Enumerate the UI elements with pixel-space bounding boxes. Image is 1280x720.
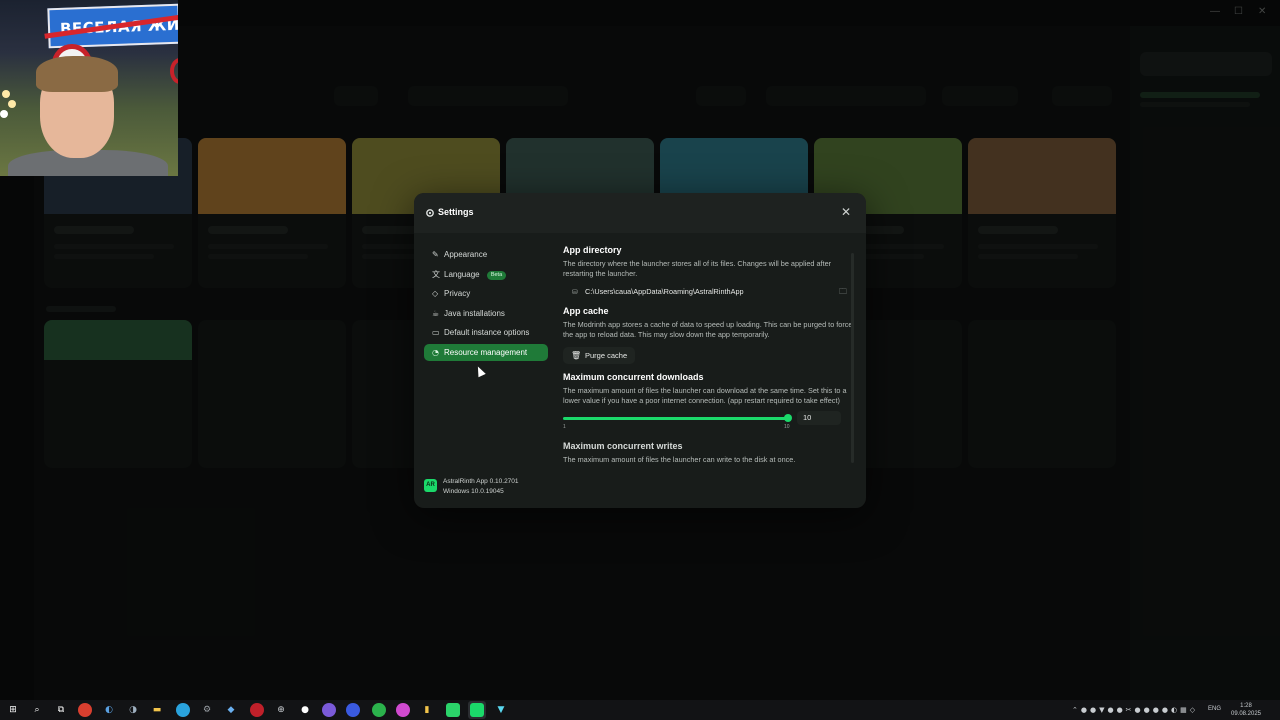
crosshair-icon[interactable]: ⊕ [274,703,288,717]
shield-icon: ◇ [432,289,439,298]
app-logo: AR [424,479,437,492]
steam-icon[interactable]: ◆ [224,703,238,717]
beta-badge: Beta [486,270,507,280]
nav-item-label: Java installations [444,308,505,318]
clock-time: 1:28 [1240,703,1252,709]
language-icon: 文 [432,269,440,279]
nav-item-resource-management[interactable]: ◔ Resource management [424,343,548,361]
taskbar: ⊞ ⌕ ⧉ ◐ ◑ ▬ ⚙ ◆ ⊕ ● ▮ ▼ ⌃●●▼●●✂●●●●◐▦◇ E… [0,700,1280,720]
shield-app-icon[interactable]: ▼ [494,703,508,717]
dialog-header: Settings ✕ [414,193,866,233]
max-writes-title: Maximum concurrent writes [563,441,683,451]
gauge-icon: ◔ [432,347,439,357]
max-downloads-slider[interactable] [563,417,791,420]
purge-cache-button[interactable]: 🗑 Purge cache [563,347,636,364]
slider-handle[interactable] [784,414,792,422]
app-cache-title: App cache [563,306,609,316]
nav-item-java-installations[interactable]: ☕ Java installations [424,305,548,322]
gear-icon [426,209,434,217]
app-version: AstralRinth App 0.10.2701 [443,478,519,485]
nav-item-language[interactable]: 文 Language Beta [424,266,548,283]
folder-icon[interactable]: 🗀 [839,284,847,300]
app-cache-description: The Modrinth app stores a cache of data … [563,320,853,339]
discord-icon[interactable] [322,703,336,717]
obs-icon[interactable]: ● [298,703,312,717]
person-hair [36,56,118,92]
dialog-title: Settings [438,207,474,217]
nav-item-label: Default instance options [444,328,530,337]
slider-max-label: 10 [784,424,790,430]
app-directory-title: App directory [563,245,622,255]
clock[interactable]: 1:28 09.08.2025 [1226,702,1266,718]
media-icon[interactable] [396,703,410,717]
brush-icon: ✎ [432,250,439,259]
os-version: Windows 10.0.19045 [443,488,504,495]
nav-item-label: Appearance [444,250,488,259]
window-icon: ▭ [432,328,440,337]
webcam-overlay: ВЕСЕЛАЯ ЖИЗ [0,0,178,176]
purge-cache-label: Purge cache [585,351,628,360]
telegram-icon[interactable] [176,703,190,717]
clock-date: 09.08.2025 [1230,711,1262,717]
search-icon[interactable]: ⌕ [30,703,44,717]
disk-icon: ⛁ [572,288,578,296]
record-icon[interactable] [250,703,264,717]
app-directory-path: C:\Users\caua\AppData\Roaming\AstralRint… [585,287,744,296]
street-lights [2,90,10,98]
trash-icon: 🗑 [571,351,582,360]
task-view-icon[interactable]: ⧉ [54,703,68,717]
max-downloads-input[interactable]: 10 [797,411,841,425]
edge-icon[interactable]: ◐ [102,703,116,717]
settings-dialog: Settings ✕ ✎ Appearance 文 Language Beta … [414,193,866,508]
nav-item-default-instance-options[interactable]: ▭ Default instance options [424,324,548,341]
nav-item-label: Resource management [444,347,528,357]
close-icon[interactable]: ✕ [840,206,852,218]
modrinth-icon[interactable] [446,703,460,717]
nav-item-label: Privacy [444,289,471,298]
content-fade [563,468,855,508]
max-downloads-title: Maximum concurrent downloads [563,372,704,382]
language-indicator[interactable]: ENG [1208,706,1221,712]
slider-min-label: 1 [563,424,566,430]
nav-item-label: Language [444,269,480,279]
round-sign [170,58,178,84]
content-scrollbar[interactable] [851,253,854,463]
coffee-icon: ☕ [432,308,440,318]
max-downloads-description: The maximum amount of files the launcher… [563,386,847,405]
folder-icon[interactable]: ▬ [150,703,164,717]
browser-icon[interactable] [346,703,360,717]
nav-item-privacy[interactable]: ◇ Privacy [424,285,548,302]
chrome-icon[interactable] [78,703,92,717]
app-icon[interactable]: ◑ [126,703,140,717]
app-directory-input[interactable]: ⛁ C:\Users\caua\AppData\Roaming\AstralRi… [563,284,855,300]
windows-start-icon[interactable]: ⊞ [6,703,20,717]
max-writes-description: The maximum amount of files the launcher… [563,455,796,464]
max-downloads-slider-row: 1 10 10 [563,411,855,435]
system-tray[interactable]: ⌃●●▼●●✂●●●●◐▦◇ [1072,706,1198,714]
settings-nav: ✎ Appearance 文 Language Beta ◇ Privacy ☕… [424,246,548,363]
settings-app-icon[interactable]: ⚙ [200,703,214,717]
settings-content: App directory The directory where the la… [563,245,855,508]
app-directory-description: The directory where the launcher stores … [563,259,832,278]
chrome-alt-icon[interactable] [372,703,386,717]
nav-item-appearance[interactable]: ✎ Appearance [424,246,548,263]
pinned-app-icon[interactable]: ▮ [420,703,434,717]
astralrinth-icon[interactable] [470,703,484,717]
